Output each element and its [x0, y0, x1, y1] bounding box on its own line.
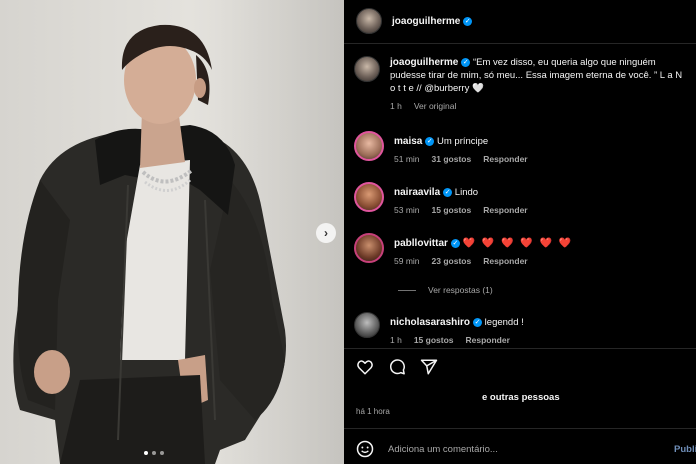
header-divider — [344, 43, 696, 44]
comment-time: 53 min — [394, 205, 420, 215]
post-header: joaoguilherme ✓ — [356, 8, 473, 34]
comment-input[interactable] — [386, 442, 660, 456]
view-replies-label: Ver respostas (1) — [428, 285, 493, 295]
author-avatar[interactable] — [354, 56, 380, 82]
likes-text: e outras pessoas — [482, 392, 560, 403]
view-replies-button[interactable]: Ver respostas (1) — [398, 285, 493, 295]
commenter-avatar[interactable] — [354, 312, 380, 338]
replies-line — [398, 289, 416, 291]
caption-username[interactable]: joaoguilherme — [390, 57, 458, 68]
commenter-avatar[interactable] — [354, 182, 384, 212]
comment-icon[interactable] — [388, 358, 406, 376]
verified-badge-icon: ✓ — [443, 187, 453, 197]
comment-username[interactable]: nairaavila — [394, 187, 440, 198]
comment-meta: 53 min 15 gostos Responder — [394, 204, 694, 217]
comment-username[interactable]: pabllovittar — [394, 238, 448, 249]
carousel-dot — [144, 451, 148, 455]
comment-likes[interactable]: 23 gostos — [432, 255, 472, 268]
verified-badge-icon: ✓ — [473, 317, 483, 327]
composer-divider — [344, 428, 696, 429]
comment-time: 1 h — [390, 335, 402, 345]
comment-item: maisa ✓ Um príncipe 51 min 31 gostos Resp… — [354, 131, 694, 166]
chevron-right-icon[interactable]: › — [316, 223, 336, 243]
comment-text: Um príncipe — [437, 136, 489, 147]
comment-username[interactable]: maisa — [394, 136, 422, 147]
caption-time: 1 h — [390, 101, 402, 111]
person-illustration — [13, 24, 286, 464]
carousel-dots — [144, 451, 164, 455]
post-photo[interactable]: › — [0, 0, 344, 464]
verified-badge-icon: ✓ — [425, 136, 435, 146]
comment-item: nicholasarashiro ✓ legendd ! 1 h 15 gosto… — [354, 312, 690, 347]
post-actions — [356, 358, 438, 376]
heart-icon[interactable] — [356, 358, 374, 376]
comment-time: 51 min — [394, 154, 420, 164]
commenter-avatar[interactable] — [354, 233, 384, 263]
comment-likes[interactable]: 15 gostos — [432, 204, 472, 217]
verified-badge-icon: ✓ — [450, 238, 460, 248]
carousel-dot — [152, 451, 156, 455]
see-original-link[interactable]: Ver original — [414, 100, 457, 113]
publish-button[interactable]: Publi — [674, 444, 696, 455]
comment-username[interactable]: nicholasarashiro — [390, 317, 470, 328]
carousel-dot — [160, 451, 164, 455]
share-icon[interactable] — [420, 358, 438, 376]
comment-text: Lindo — [454, 187, 479, 198]
comment-likes[interactable]: 31 gostos — [432, 153, 472, 166]
reply-button[interactable]: Responder — [483, 153, 527, 166]
verified-badge-icon: ✓ — [463, 16, 473, 26]
comment-text: legendd ! — [484, 317, 524, 328]
commenter-avatar[interactable] — [354, 131, 384, 161]
likes-summary[interactable]: e outras pessoas — [482, 392, 560, 403]
comment-composer: Publi — [356, 440, 696, 458]
author-username[interactable]: joaoguilherme — [392, 16, 460, 27]
comment-item: nairaavila ✓ Lindo 53 min 15 gostos Respo… — [354, 182, 694, 217]
comment-item: pabllovittar ✓ ❤️ ❤️ ❤️ ❤️ ❤️ ❤️ 59 min 2… — [354, 233, 694, 268]
reply-button[interactable]: Responder — [483, 255, 527, 268]
actions-divider — [344, 348, 696, 349]
reply-button[interactable]: Responder — [483, 204, 527, 217]
reply-button[interactable]: Responder — [466, 334, 510, 347]
caption-meta: 1 h Ver original — [390, 100, 690, 113]
verified-badge-icon: ✓ — [461, 57, 471, 67]
emoji-icon[interactable] — [356, 440, 374, 458]
post-time: há 1 hora — [356, 407, 390, 416]
comment-likes[interactable]: 15 gostos — [414, 334, 454, 347]
comment-text: ❤️ ❤️ ❤️ ❤️ ❤️ ❤️ — [462, 238, 574, 249]
comment-time: 59 min — [394, 256, 420, 266]
caption: joaoguilherme ✓ “Em vez disso, eu queria … — [354, 56, 690, 113]
comment-meta: 51 min 31 gostos Responder — [394, 153, 694, 166]
comment-meta: 59 min 23 gostos Responder — [394, 255, 694, 268]
comment-meta: 1 h 15 gostos Responder — [390, 334, 690, 347]
author-avatar[interactable] — [356, 8, 382, 34]
